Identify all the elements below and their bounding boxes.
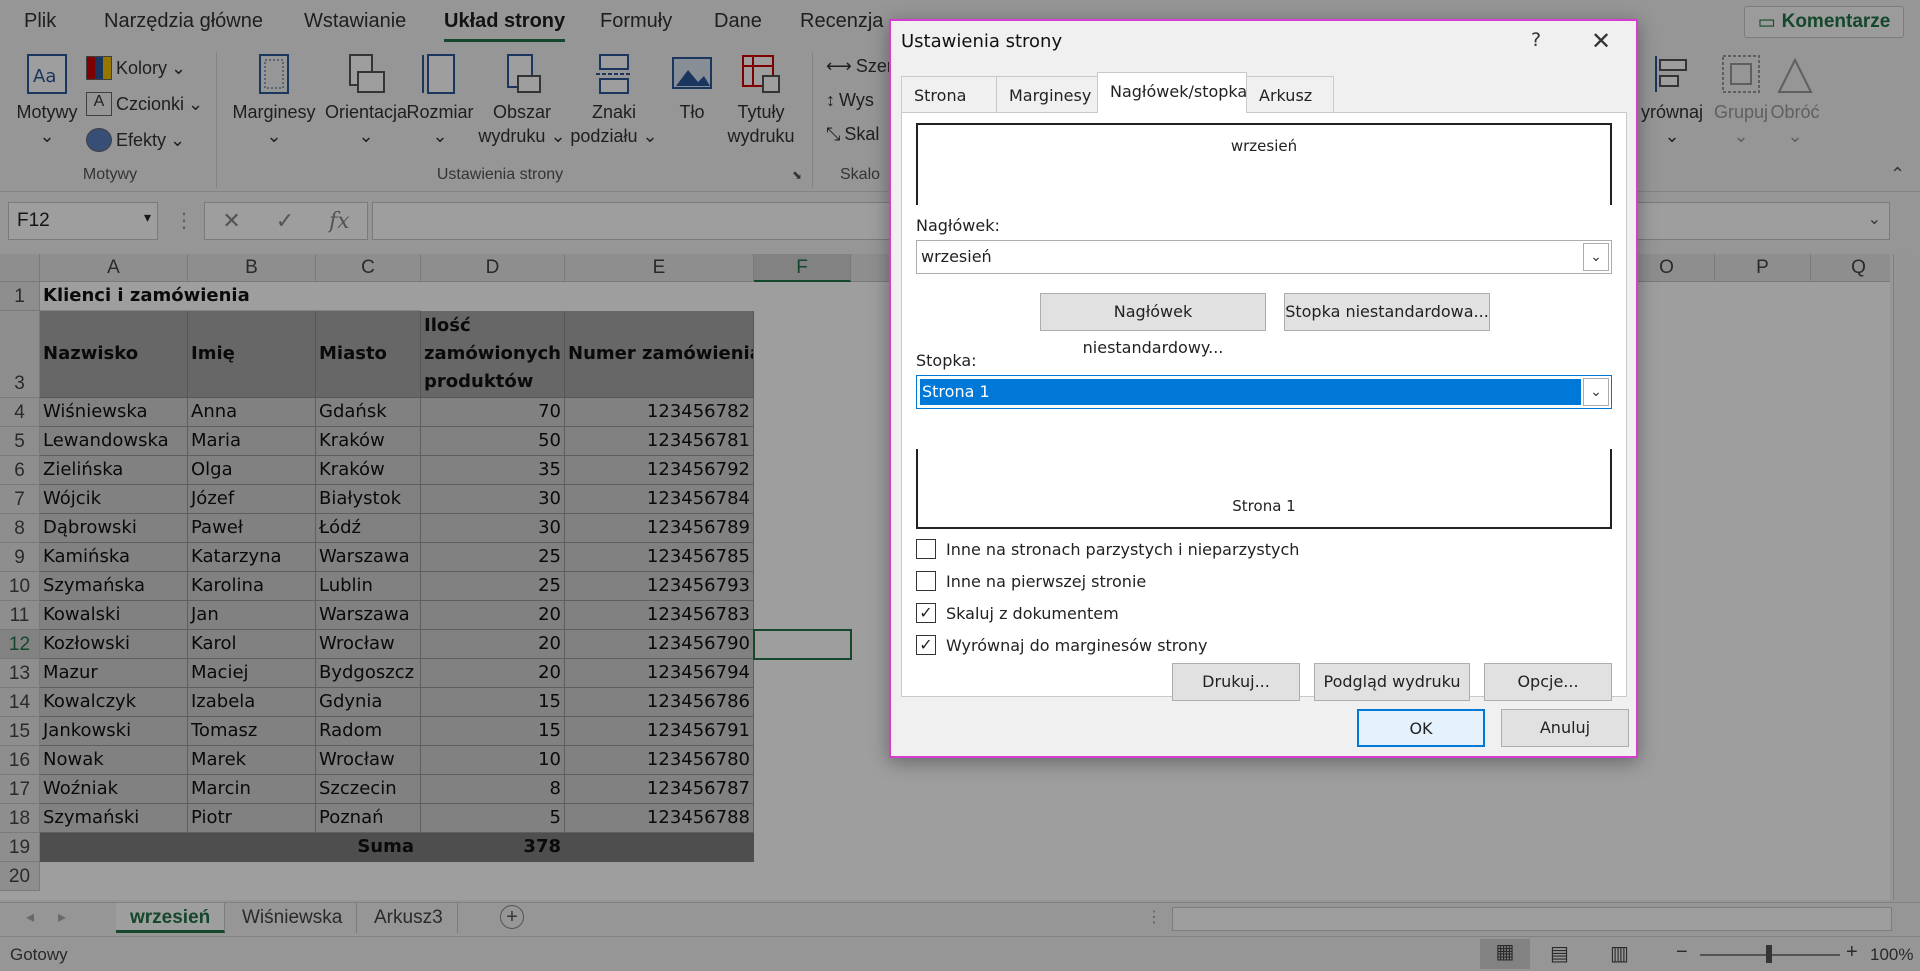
- dialog-tab-naglowek-stopka[interactable]: Nagłówek/stopka: [1097, 72, 1247, 113]
- ok-button[interactable]: OK: [1357, 709, 1485, 747]
- different-first-page-checkbox[interactable]: Inne na pierwszej stronie: [916, 571, 1146, 591]
- dialog-tab-arkusz[interactable]: Arkusz: [1246, 76, 1334, 112]
- print-preview-button[interactable]: Podgląd wydruku: [1314, 663, 1470, 701]
- dialog-tab-marginesy[interactable]: Marginesy: [996, 76, 1098, 112]
- different-odd-even-checkbox[interactable]: Inne na stronach parzystych i nieparzyst…: [916, 539, 1299, 559]
- footer-select[interactable]: Strona 1 ⌄: [916, 375, 1612, 409]
- page-setup-dialog: Ustawienia strony ? ✕ Strona Marginesy N…: [889, 19, 1638, 758]
- header-select[interactable]: wrzesień ⌄: [916, 240, 1612, 274]
- header-preview: wrzesień: [916, 123, 1612, 205]
- checkbox-label: Inne na pierwszej stronie: [946, 571, 1147, 591]
- checkbox-box[interactable]: [916, 539, 936, 559]
- footer-select-value: Strona 1: [920, 379, 1581, 405]
- checkbox-label: Wyrównaj do marginesów strony: [946, 635, 1208, 655]
- dialog-title: Ustawienia strony: [901, 31, 1063, 52]
- checkbox-box[interactable]: ✓: [916, 603, 936, 623]
- scale-with-document-checkbox[interactable]: ✓ Skaluj z dokumentem: [916, 603, 1119, 623]
- help-icon[interactable]: ?: [1531, 29, 1541, 51]
- chevron-down-icon[interactable]: ⌄: [1583, 243, 1609, 271]
- align-with-margins-checkbox[interactable]: ✓ Wyrównaj do marginesów strony: [916, 635, 1207, 655]
- close-icon[interactable]: ✕: [1591, 27, 1611, 55]
- header-select-value: wrzesień: [921, 247, 992, 266]
- print-button[interactable]: Drukuj...: [1172, 663, 1300, 701]
- checkbox-box[interactable]: ✓: [916, 635, 936, 655]
- dialog-tab-strona[interactable]: Strona: [901, 76, 997, 112]
- custom-footer-button[interactable]: Stopka niestandardowa...: [1284, 293, 1490, 331]
- chevron-down-icon[interactable]: ⌄: [1583, 378, 1609, 406]
- dialog-tab-panel: wrzesień Nagłówek: wrzesień ⌄ Nagłówek n…: [901, 112, 1627, 701]
- footer-label: Stopka:: [916, 351, 977, 370]
- cancel-button[interactable]: Anuluj: [1501, 709, 1629, 747]
- custom-header-button[interactable]: Nagłówek niestandardowy...: [1040, 293, 1266, 357]
- header-label: Nagłówek:: [916, 216, 1000, 235]
- footer-preview: Strona 1: [916, 449, 1612, 529]
- checkbox-box[interactable]: [916, 571, 936, 591]
- checkbox-label: Skaluj z dokumentem: [946, 603, 1119, 623]
- checkbox-label: Inne na stronach parzystych i nieparzyst…: [946, 539, 1300, 559]
- options-button[interactable]: Opcje...: [1484, 663, 1612, 701]
